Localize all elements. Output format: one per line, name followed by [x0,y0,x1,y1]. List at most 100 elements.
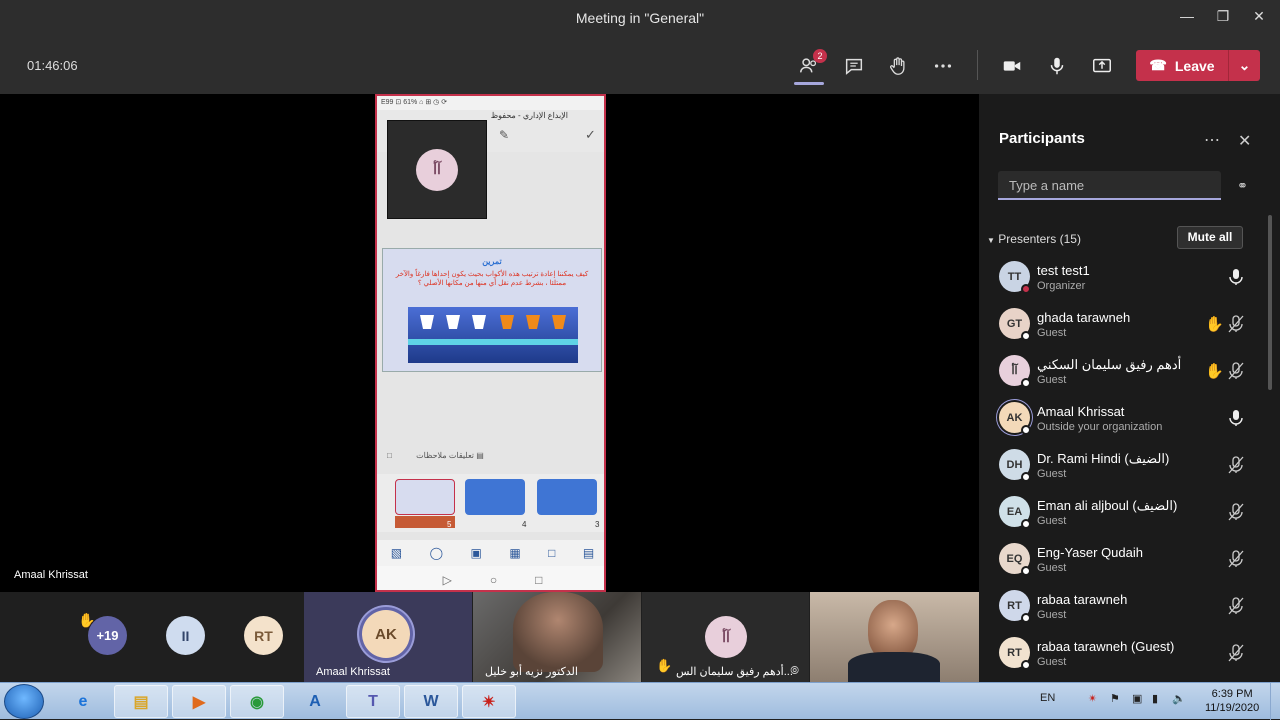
panel-scrollbar[interactable] [1268,215,1272,390]
phone-toolbar: ▧ ◯ ▣ ▦ □ ▤ [377,540,604,566]
comments-icon[interactable]: □ [387,451,392,460]
participant-role: Guest [1037,374,1067,386]
close-icon[interactable]: ✕ [1248,8,1270,28]
tray-volume-icon[interactable]: 🔈 [1172,692,1186,705]
camera-button[interactable] [998,53,1026,79]
participant-search-input[interactable]: Type a name [998,171,1221,200]
microphone-icon[interactable] [1228,268,1244,286]
teams-icon[interactable]: T [346,685,400,718]
overflow-participants-count[interactable]: +19 [88,616,127,655]
muted-mic-icon[interactable] [1228,503,1244,521]
checkmark-icon[interactable]: ✓ [585,127,596,143]
minimize-icon[interactable]: — [1176,8,1198,28]
slide-body: كيف يمكننا إعادة ترتيب هذه الأكواب بحيث … [395,271,589,287]
taskbar-clock[interactable]: 6:39 PM 11/19/2020 [1205,687,1259,715]
participant-row[interactable]: EA Eman ali aljboul (الضيف) Guest [979,489,1269,536]
participant-avatar[interactable]: II [166,616,205,655]
participant-row[interactable]: AK Amaal Khrissat Outside your organizatio… [979,395,1269,442]
muted-mic-icon[interactable] [1228,644,1244,662]
participant-avatar[interactable]: RT [244,616,283,655]
participant-row[interactable]: GT ghada tarawneh Guest ✋ [979,301,1269,348]
participant-name: Amaal Khrissat [1037,404,1125,419]
show-desktop-button[interactable] [1270,683,1280,720]
panel-close-icon[interactable]: ✕ [1238,131,1251,151]
chrome-icon[interactable]: ◉ [230,685,284,718]
presenters-section-header[interactable]: ▼ Presenters (15) [987,232,1081,246]
muted-mic-icon[interactable] [1228,362,1244,380]
maximize-icon[interactable]: ❐ [1212,8,1234,28]
slide-thumbnail[interactable] [465,479,525,515]
ie-icon[interactable]: e [56,685,110,718]
slide-thumbnail[interactable] [537,479,597,515]
participant-name: الدكتور نزيه أبو خليل [485,666,578,678]
participant-row[interactable]: DH Dr. Rami Hindi (الضيف) Guest [979,442,1269,489]
participant-list: TT test test1 Organizer GT ghada tarawneh Gue… [979,254,1269,677]
participant-name: ghada tarawneh [1037,310,1131,325]
comment-icon[interactable]: □ [548,546,555,560]
raised-hand-icon: ✋ [656,658,673,673]
participant-row[interactable]: RT rabaa tarawneh Guest [979,583,1269,630]
muted-mic-icon[interactable] [1228,456,1244,474]
chat-button[interactable] [840,53,868,79]
muted-mic-icon[interactable] [1228,315,1244,333]
comments-label[interactable]: تعليقات [449,451,474,460]
current-slide: تمرين كيف يمكننا إعادة ترتيب هذه الأكواب… [382,248,602,372]
presence-status-dot [1021,425,1031,435]
participant-tile[interactable]: AK Amaal Khrissat [304,592,472,682]
textbox-icon[interactable]: ▧ [391,546,402,560]
share-screen-button[interactable] [1088,53,1116,79]
microphone-button[interactable] [1043,53,1071,79]
participant-tile[interactable]: آأ ✋ أدهم رفيق سليمان الس... ⦾ [642,592,809,682]
participant-row[interactable]: RT rabaa tarawneh (Guest) Guest [979,630,1269,677]
leave-dropdown-chevron-icon[interactable]: ⌄ [1228,50,1260,81]
muted-mic-icon[interactable] [1228,597,1244,615]
panel-more-icon[interactable]: ⋯ [1204,130,1220,150]
thumbnail-number: 5 [447,520,452,529]
language-indicator[interactable]: EN [1040,692,1055,704]
participant-role: Guest [1037,562,1067,574]
start-button[interactable] [4,684,44,719]
picture-icon[interactable]: ▣ [470,546,481,560]
media-player-icon[interactable]: ▶ [172,685,226,718]
participant-video-tile[interactable] [810,592,979,682]
presence-status-dot [1021,378,1031,388]
participant-avatar: AK [362,610,410,658]
microphone-icon[interactable] [1228,409,1244,427]
presence-status-dot [1021,472,1031,482]
shapes-icon[interactable]: ◯ [430,546,443,560]
table-icon[interactable]: ▦ [509,546,520,560]
layout-icon[interactable]: ▤ [583,546,594,560]
participant-row[interactable]: EQ Eng-Yaser Qudaih Guest [979,536,1269,583]
leave-label: Leave [1174,57,1215,74]
mute-all-button[interactable]: Mute all [1177,226,1243,249]
explorer-icon[interactable]: ▤ [114,685,168,718]
stage-presenter-name: Amaal Khrissat [14,569,88,581]
notes-icon[interactable]: ▤ [476,451,484,460]
participant-row[interactable]: TT test test1 Organizer [979,254,1269,301]
muted-mic-icon: ⦾ [790,665,799,677]
word-icon[interactable]: W [404,685,458,718]
slide-thumbnail[interactable] [395,479,455,515]
leave-button[interactable]: ☎ Leave ⌄ [1136,50,1260,81]
home-icon[interactable]: ○ [490,573,497,587]
raise-hand-button[interactable] [884,53,912,79]
acrobat-icon[interactable]: ✴ [462,685,516,718]
back-icon[interactable]: ▷ [443,573,452,587]
pen-icon[interactable]: ✎ [499,128,509,142]
notes-bar: □ تعليقات ملاحظات ▤ [387,451,484,460]
participant-name: Dr. Rami Hindi (الضيف) [1037,451,1170,466]
control-divider [977,50,978,80]
more-actions-button[interactable] [929,53,957,79]
tray-flag-icon[interactable]: ⚑ [1110,692,1120,705]
tray-acrobat-icon[interactable]: ✴ [1088,692,1097,705]
tray-device-icon[interactable]: ▣ [1132,692,1142,705]
participant-row[interactable]: آأ أدهم رفيق سليمان السكني Guest ✋ [979,348,1269,395]
recents-icon[interactable]: □ [535,573,542,587]
participants-button[interactable]: 2 [795,49,827,79]
app-a-icon[interactable]: A [288,685,342,718]
share-link-icon[interactable]: ⚭ [1237,178,1248,194]
tray-network-icon[interactable]: ▮ [1152,692,1158,705]
participant-video-tile[interactable]: الدكتور نزيه أبو خليل [473,592,641,682]
notes-label[interactable]: ملاحظات [416,451,447,460]
muted-mic-icon[interactable] [1228,550,1244,568]
